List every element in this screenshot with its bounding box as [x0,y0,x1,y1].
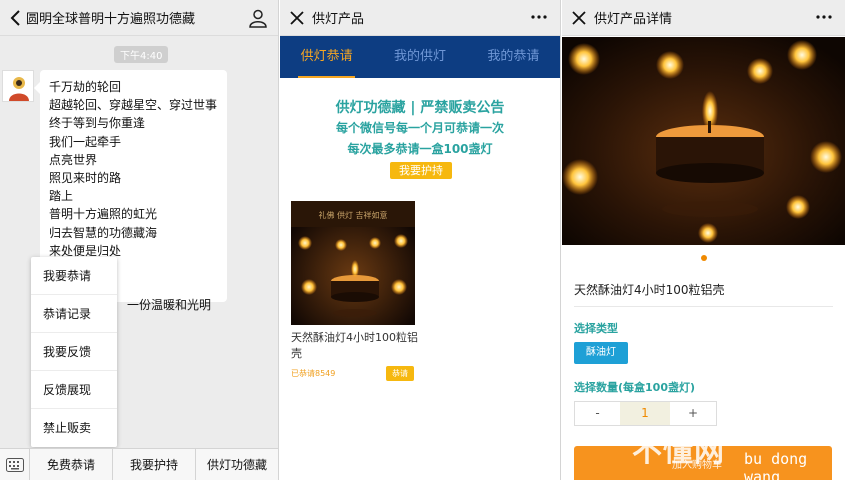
product-name[interactable]: 天然酥油灯4小时100粒铝壳 [291,330,421,362]
product-request-count: 已恭请8549 [291,369,336,378]
message-line: 超越轮回、穿越星空、穿过世事 [49,98,218,113]
watermark-pinyin: bu dong wang [744,450,808,480]
notice-title: 供灯功德藏 | 严禁贩卖公告 [335,100,505,116]
tab-lamp-request[interactable]: 供灯恭请 [280,36,373,78]
message-line: 终于等到与你重逢 [49,116,146,131]
keyboard-icon[interactable] [0,448,30,480]
quantity-stepper: - 1 + [574,401,717,426]
message-line: 踏上 [49,189,74,204]
tab-my-lamps[interactable]: 我的供灯 [373,36,466,78]
chat-title: 圆明全球普明十方遍照功德藏 [26,12,196,27]
popup-menu: 我要恭请 恭请记录 我要反馈 反馈展现 禁止贩卖 [31,257,117,447]
message-line: 点亮世界 [49,152,98,167]
notice-line: 每次最多恭请一盒100盏灯 [347,142,493,156]
request-button[interactable]: 恭请 [386,366,414,381]
carousel-indicator[interactable] [701,255,707,261]
message-line: 照见来时的路 [49,171,122,186]
watermark-tagline: 爱分享 [744,433,781,447]
support-button[interactable]: 我要护持 [390,162,452,179]
more-icon[interactable] [815,10,833,24]
detail-header: 供灯产品详情 [562,0,845,36]
quantity-value[interactable]: 1 [620,402,670,425]
shop-header: 供灯产品 [280,0,560,36]
detail-title: 供灯产品详情 [594,12,673,27]
product-image-caption: 礼佛 供灯 吉祥如意 [318,210,387,220]
tab-bar: 供灯恭请 我的供灯 我的恭请 [280,36,560,78]
watermark: 不懂网 爱分享 bu dong wang 加入购物车 [632,426,845,480]
bottom-menu-bar: 免费恭请 我要护持 供灯功德藏 [0,448,278,480]
menu-item-feedback[interactable]: 我要反馈 [31,333,117,371]
divider [574,306,833,307]
message-line: 我们一起牵手 [49,134,122,149]
watermark-cart-text: 加入购物车 [672,460,722,471]
product-hero-image[interactable] [562,37,845,245]
shop-title: 供灯产品 [312,12,365,27]
back-arrow-icon[interactable] [4,9,26,27]
product-name: 天然酥油灯4小时100粒铝壳 [574,283,725,297]
bottom-menu-lamp-merit[interactable]: 供灯功德藏 [196,449,278,480]
notice-block: 供灯功德藏 | 严禁贩卖公告 每个微信号每一个月可恭请一次 每次最多恭请一盒10… [280,98,560,160]
detail-panel: 供灯产品详情 天然酥油灯4小时100粒铝壳 选择类型 酥油灯 选择数量(每盒10… [562,0,845,480]
type-option-butter-lamp[interactable]: 酥油灯 [574,342,628,364]
message-line: 千万劫的轮回 [49,80,122,94]
message-line: 普明十方遍照的虹光 [49,207,158,222]
quantity-label: 选择数量(每盒100盏灯) [574,381,696,394]
tab-my-requests[interactable]: 我的恭请 [467,36,560,78]
bottom-menu-free-request[interactable]: 免费恭请 [30,448,113,480]
menu-item-request[interactable]: 我要恭请 [31,257,117,295]
message-line: 归去智慧的功德藏海 [49,225,158,240]
type-label: 选择类型 [574,322,618,335]
decrement-button[interactable]: - [575,402,620,425]
chat-panel: 圆明全球普明十方遍照功德藏 下午4:40 千万劫的轮回 超越轮回、穿越星空、穿过… [0,0,279,480]
increment-button[interactable]: + [670,402,716,425]
menu-item-feedback-display[interactable]: 反馈展现 [31,371,117,409]
menu-item-no-selling[interactable]: 禁止贩卖 [31,409,117,447]
notice-line: 每个微信号每一个月可恭请一次 [335,121,504,135]
menu-item-request-records[interactable]: 恭请记录 [31,295,117,333]
timestamp: 下午4:40 [114,46,169,63]
more-icon[interactable] [530,10,548,24]
shop-panel: 供灯产品 供灯恭请 我的供灯 我的恭请 供灯功德藏 | 严禁贩卖公告 每个微信号… [280,0,561,480]
close-icon[interactable] [564,10,594,25]
chat-header: 圆明全球普明十方遍照功德藏 [0,0,278,36]
person-icon[interactable] [248,8,268,28]
product-image[interactable]: 礼佛 供灯 吉祥如意 [291,201,415,325]
avatar[interactable] [2,70,34,102]
close-icon[interactable] [282,10,312,25]
bottom-menu-support[interactable]: 我要护持 [113,448,196,480]
